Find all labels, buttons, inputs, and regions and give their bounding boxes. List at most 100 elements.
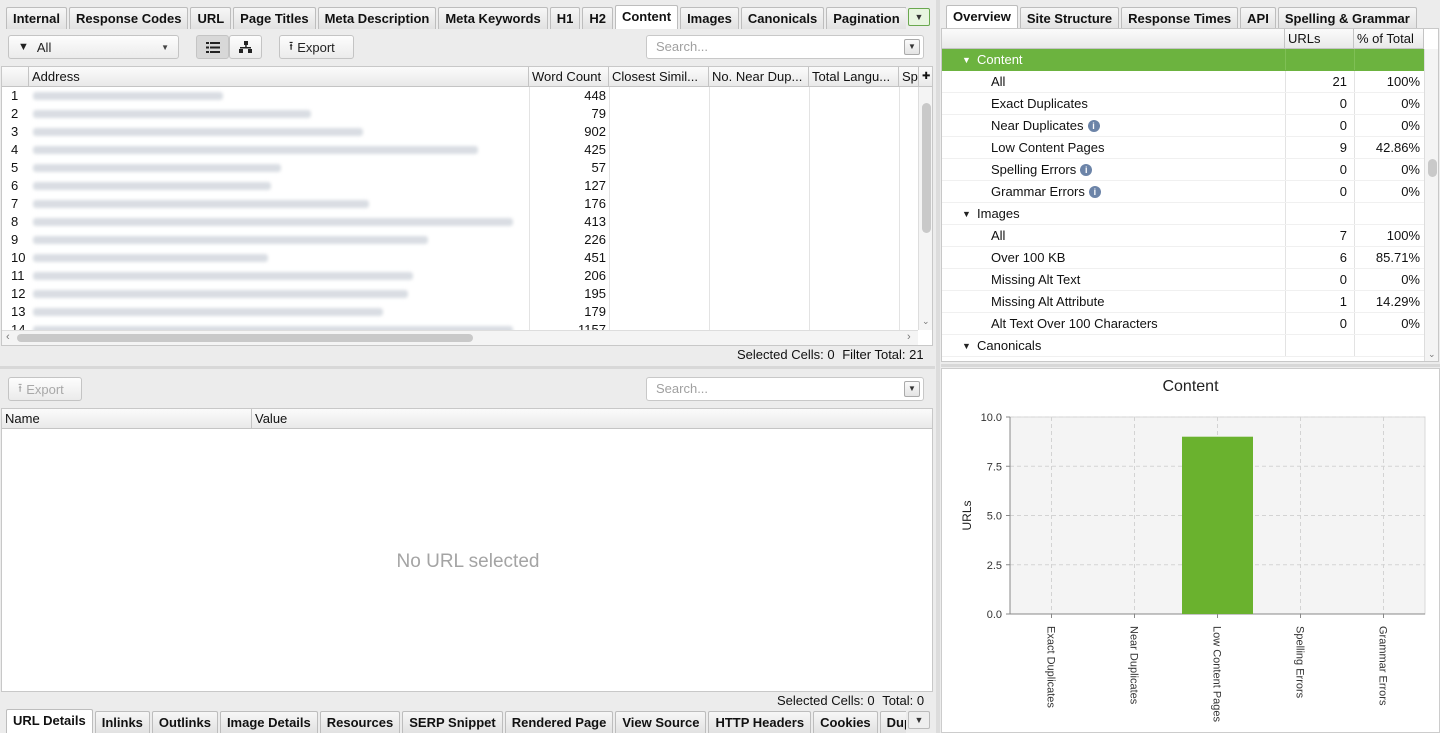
right-tab-site-structure[interactable]: Site Structure <box>1019 7 1120 29</box>
bottom-tab-view-source[interactable]: View Source <box>615 711 707 733</box>
item-label: Over 100 KB <box>991 250 1066 265</box>
overview-item-alt-text-over-100-characters[interactable]: Alt Text Over 100 Characters 0 0% <box>942 313 1424 335</box>
col-header-spelling[interactable]: Sp <box>899 67 919 87</box>
scrollbar-thumb[interactable] <box>17 334 473 342</box>
expand-triangle-icon[interactable]: ▼ <box>962 49 971 71</box>
overview-item-near-duplicates[interactable]: Near Duplicates i 0 0% <box>942 115 1424 137</box>
col-header-percent[interactable]: % of Total <box>1354 29 1424 49</box>
horizontal-scrollbar[interactable]: ‹ › <box>2 330 918 345</box>
tab-meta-description[interactable]: Meta Description <box>317 7 437 29</box>
tab-content[interactable]: Content <box>614 5 679 29</box>
info-icon[interactable]: i <box>1080 163 1093 176</box>
tab-page-titles[interactable]: Page Titles <box>233 7 316 29</box>
table-row[interactable]: 3 902 <box>2 123 918 141</box>
table-row[interactable]: 1 448 <box>2 87 918 105</box>
table-row[interactable]: 10 451 <box>2 249 918 267</box>
export-button[interactable]: ⭱ Export <box>279 35 354 59</box>
bottom-tabs-overflow-dropdown[interactable]: ▼ <box>908 711 930 729</box>
tab-response-codes[interactable]: Response Codes <box>68 7 189 29</box>
col-header-closest-similarity[interactable]: Closest Simil... <box>609 67 709 87</box>
tab-h1[interactable]: H1 <box>549 7 581 29</box>
scrollbar-thumb[interactable] <box>922 103 931 233</box>
overview-section-content[interactable]: ▼ Content <box>942 49 1424 71</box>
lower-search-options-dropdown[interactable]: ▼ <box>904 381 920 397</box>
col-header-total-language[interactable]: Total Langu... <box>809 67 899 87</box>
bottom-tab-image-details[interactable]: Image Details <box>219 711 318 733</box>
bottom-tab-url-details[interactable]: URL Details <box>6 709 93 733</box>
tabs-overflow-dropdown[interactable]: ▼ <box>908 8 930 26</box>
expand-triangle-icon[interactable]: ▼ <box>962 335 971 357</box>
table-row[interactable]: 4 425 <box>2 141 918 159</box>
tab-meta-keywords[interactable]: Meta Keywords <box>438 7 548 29</box>
section-label: Canonicals <box>977 338 1042 353</box>
tab-internal[interactable]: Internal <box>6 7 67 29</box>
overview-item-over-100-kb[interactable]: Over 100 KB 6 85.71% <box>942 247 1424 269</box>
search-options-dropdown[interactable]: ▼ <box>904 39 920 55</box>
right-tab-api[interactable]: API <box>1240 7 1276 29</box>
right-tab-spelling-and-grammar[interactable]: Spelling & Grammar <box>1277 7 1417 29</box>
scroll-left-arrow[interactable]: ‹ <box>6 331 10 343</box>
right-tab-overview[interactable]: Overview <box>946 5 1018 29</box>
tab-h2[interactable]: H2 <box>582 7 613 29</box>
scrollbar-thumb[interactable] <box>1428 159 1437 177</box>
tab-images[interactable]: Images <box>680 7 739 29</box>
bottom-tab-rendered-page[interactable]: Rendered Page <box>504 711 614 733</box>
col-header-address[interactable]: Address <box>29 67 529 87</box>
right-tab-response-times[interactable]: Response Times <box>1121 7 1239 29</box>
tab-pagination[interactable]: Pagination <box>826 7 906 29</box>
table-row[interactable]: 9 226 <box>2 231 918 249</box>
scroll-right-arrow[interactable]: › <box>907 331 911 343</box>
overview-item-all[interactable]: All 7 100% <box>942 225 1424 247</box>
bottom-tab-serp-snippet[interactable]: SERP Snippet <box>402 711 503 733</box>
table-row[interactable]: 6 127 <box>2 177 918 195</box>
table-row[interactable]: 12 195 <box>2 285 918 303</box>
overview-item-low-content-pages[interactable]: Low Content Pages 9 42.86% <box>942 137 1424 159</box>
tab-canonicals[interactable]: Canonicals <box>740 7 825 29</box>
table-row[interactable]: 13 179 <box>2 303 918 321</box>
overview-item-missing-alt-attribute[interactable]: Missing Alt Attribute 1 14.29% <box>942 291 1424 313</box>
col-header-near-duplicates[interactable]: No. Near Dup... <box>709 67 809 87</box>
table-row[interactable]: 7 176 <box>2 195 918 213</box>
col-header-name[interactable]: Name <box>2 409 252 429</box>
overview-item-missing-alt-text[interactable]: Missing Alt Text 0 0% <box>942 269 1424 291</box>
scroll-down-arrow[interactable]: ⌄ <box>922 316 930 327</box>
column-chooser-button[interactable]: ✚ <box>919 67 932 87</box>
col-header-row-number[interactable] <box>2 67 29 87</box>
lower-export-button[interactable]: ⭱ Export <box>8 377 82 401</box>
col-header-urls[interactable]: URLs <box>1285 29 1354 49</box>
vertical-splitter[interactable] <box>936 0 940 733</box>
bottom-tab-outlinks[interactable]: Outlinks <box>151 711 218 733</box>
bottom-tab-dupli[interactable]: Dupli <box>879 711 906 733</box>
table-row[interactable]: 2 79 <box>2 105 918 123</box>
tab-url[interactable]: URL <box>190 7 232 29</box>
bottom-tab-http-headers[interactable]: HTTP Headers <box>708 711 812 733</box>
table-row[interactable]: 8 413 <box>2 213 918 231</box>
filter-dropdown[interactable]: ▼ All ▼ <box>8 35 179 59</box>
bottom-tab-cookies[interactable]: Cookies <box>813 711 878 733</box>
search-input[interactable]: Search... ▼ <box>646 35 924 59</box>
bottom-tab-resources[interactable]: Resources <box>319 711 401 733</box>
info-icon[interactable]: i <box>1087 119 1100 132</box>
table-row[interactable]: 11 206 <box>2 267 918 285</box>
overview-item-grammar-errors[interactable]: Grammar Errors i 0 0% <box>942 181 1424 203</box>
col-header-word-count[interactable]: Word Count <box>529 67 609 87</box>
overview-section-images[interactable]: ▼ Images <box>942 203 1424 225</box>
list-view-button[interactable] <box>196 35 229 59</box>
overview-item-all[interactable]: All 21 100% <box>942 71 1424 93</box>
expand-triangle-icon[interactable]: ▼ <box>962 203 971 225</box>
vertical-scrollbar[interactable]: ⌄ <box>918 87 932 330</box>
col-header-value[interactable]: Value <box>252 409 932 429</box>
scroll-down-arrow[interactable]: ⌄ <box>1428 349 1436 360</box>
overview-item-spelling-errors[interactable]: Spelling Errors i 0 0% <box>942 159 1424 181</box>
overview-scrollbar[interactable]: ⌄ <box>1424 49 1438 361</box>
table-row[interactable]: 14 1157 <box>2 321 918 330</box>
overview-item-exact-duplicates[interactable]: Exact Duplicates 0 0% <box>942 93 1424 115</box>
overview-section-canonicals[interactable]: ▼ Canonicals <box>942 335 1424 357</box>
right-pane-divider[interactable] <box>941 364 1440 367</box>
tree-view-button[interactable] <box>229 35 262 59</box>
bottom-tab-inlinks[interactable]: Inlinks <box>94 711 150 733</box>
info-icon[interactable]: i <box>1088 185 1101 198</box>
lower-search-input[interactable]: Search... ▼ <box>646 377 924 401</box>
table-row[interactable]: 5 57 <box>2 159 918 177</box>
pane-divider[interactable] <box>0 366 935 369</box>
